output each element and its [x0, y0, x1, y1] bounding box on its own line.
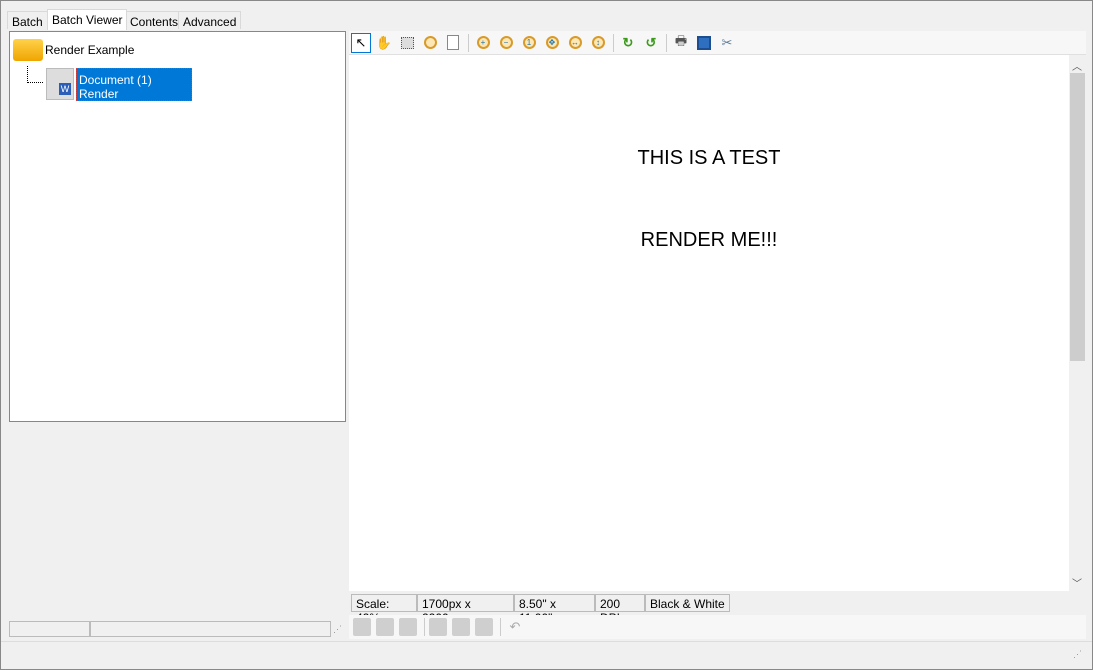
scrollbar-thumb[interactable] [1070, 73, 1085, 361]
viewer-toolbar: ↖ ✋ + − 1 ✥ ↔ ↕ ↻ ↺ 🖶 ✂ [349, 31, 1086, 55]
stamp-icon[interactable] [353, 618, 371, 636]
folder-icon [13, 39, 43, 61]
tree-item-document[interactable]: Document (1) Render Example.docx [76, 68, 192, 115]
zoom-area-icon[interactable] [420, 33, 440, 53]
stamp-alt-icon[interactable] [376, 618, 394, 636]
edit-toolbar: ↶ [349, 615, 1086, 639]
resize-grip-icon[interactable]: ⋰ [333, 624, 342, 635]
left-status-cell-2 [90, 621, 331, 637]
select-area-icon[interactable] [397, 33, 417, 53]
document-page: THIS IS A TEST RENDER ME!!! [349, 55, 1069, 591]
document-file: Render Example.docx [79, 87, 155, 115]
tab-advanced[interactable]: Advanced [178, 11, 242, 29]
undo-icon[interactable]: ↶ [505, 617, 525, 637]
tree-connector [27, 66, 43, 83]
divider [1, 641, 1092, 642]
rotate-right-icon[interactable]: ↻ [618, 33, 638, 53]
zoom-out-icon[interactable]: − [496, 33, 516, 53]
tab-contents[interactable]: Contents [125, 11, 184, 29]
tab-batch-viewer[interactable]: Batch Viewer [47, 9, 128, 30]
left-status-cell-1 [9, 621, 90, 637]
status-color: Black & White [645, 594, 730, 612]
pan-hand-icon[interactable]: ✋ [374, 33, 394, 53]
zoom-height-icon[interactable]: ↕ [588, 33, 608, 53]
crop-icon[interactable] [452, 618, 470, 636]
status-scale: Scale: 42% [351, 594, 417, 625]
deskew-icon[interactable] [475, 618, 493, 636]
tools-icon[interactable]: ✂ [717, 33, 737, 53]
zoom-fit-icon[interactable]: ✥ [542, 33, 562, 53]
zoom-page-icon[interactable] [443, 33, 463, 53]
document-name: Document (1) [79, 73, 152, 87]
document-icon: W [46, 68, 74, 100]
tab-batch[interactable]: Batch [7, 11, 48, 29]
rotate-left-icon[interactable]: ↺ [641, 33, 661, 53]
tree-root-label[interactable]: Render Example [45, 43, 134, 57]
document-text-line-1: THIS IS A TEST [637, 147, 781, 169]
zoom-width-icon[interactable]: ↔ [565, 33, 585, 53]
scroll-up-icon[interactable]: ︿ [1072, 58, 1082, 73]
print-icon[interactable]: 🖶 [671, 33, 691, 53]
scroll-down-icon[interactable]: ﹀ [1072, 575, 1082, 590]
pointer-icon[interactable]: ↖ [351, 32, 371, 53]
document-text-line-2: RENDER ME!!! [640, 229, 778, 251]
zoom-in-icon[interactable]: + [473, 33, 493, 53]
status-size: 8.50" x 11.00" [514, 594, 595, 625]
adjust-icon[interactable] [429, 618, 447, 636]
status-dpi: 200 DPI [595, 594, 645, 625]
status-pixels: 1700px x 2200px [417, 594, 514, 625]
batch-tree[interactable]: Render Example W Document (1) Render Exa… [9, 31, 346, 422]
save-icon[interactable] [694, 33, 714, 53]
window-resize-grip-icon[interactable]: ⋰ [1073, 649, 1082, 660]
redact-icon[interactable] [399, 618, 417, 636]
word-icon: W [59, 83, 71, 95]
zoom-actual-icon[interactable]: 1 [519, 33, 539, 53]
